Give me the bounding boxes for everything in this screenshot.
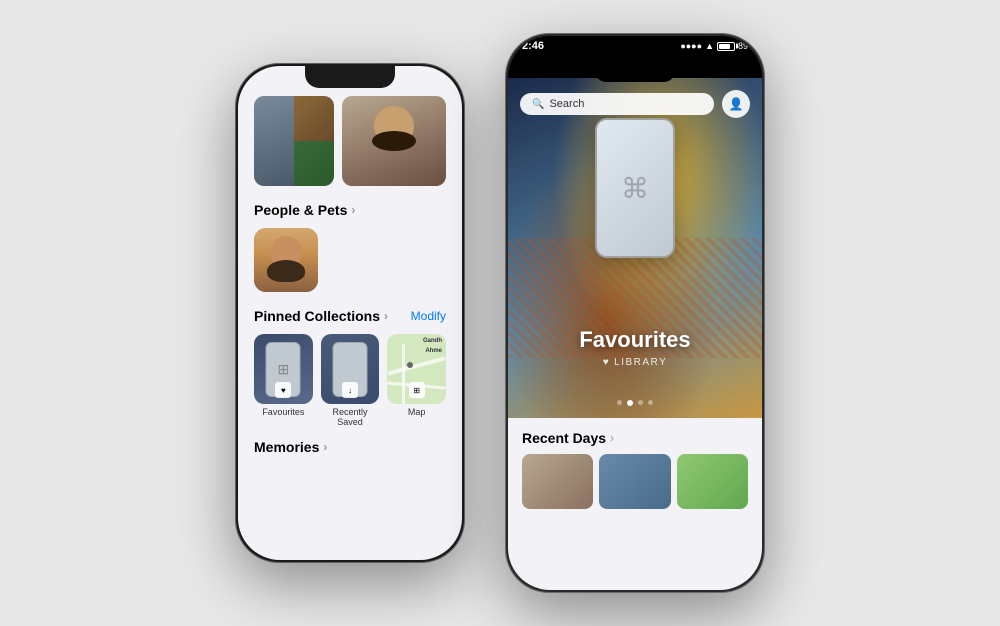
search-icon: 🔍 <box>532 99 544 110</box>
people-pets-label: People & Pets <box>254 202 347 218</box>
profile-icon: 👤 <box>729 97 744 111</box>
hero-subtitle: ♥ LIBRARY <box>508 357 762 368</box>
held-phone-illustration: ⌘ <box>595 118 675 258</box>
phone1-notch <box>305 66 395 88</box>
pinned-collections-header: Pinned Collections › Modify <box>254 308 446 324</box>
wifi-icon: ▲ <box>705 41 714 51</box>
heart-icon: ♥ <box>603 357 610 368</box>
search-bar-area: 🔍 Search 👤 <box>520 90 750 118</box>
people-pets-title[interactable]: People & Pets › <box>254 202 355 218</box>
search-label: Search <box>549 98 584 110</box>
pinned-collections-title[interactable]: Pinned Collections › <box>254 308 388 324</box>
pinned-map[interactable]: Gandh Ahme ⊞ Map <box>387 334 446 427</box>
status-time: 2:46 <box>522 40 544 52</box>
status-bar: 2:46 ●●●● ▲ 89 <box>508 36 762 52</box>
battery-label: 89 <box>738 41 748 51</box>
recently-saved-label: Recently Saved <box>321 407 380 427</box>
status-icons: ●●●● ▲ 89 <box>680 41 748 51</box>
pinned-collections-grid: ⊞ ♥ Favourites ↓ Recently Saved <box>254 334 446 427</box>
memories-chevron: › <box>323 440 327 454</box>
dot-1 <box>617 400 622 405</box>
favourites-label: Favourites <box>254 407 313 417</box>
map-label: Map <box>387 407 446 417</box>
hero-section: ⌘ 🔍 Search 👤 Favourites ♥ LIBRARY <box>508 78 762 418</box>
dot-3 <box>638 400 643 405</box>
signal-icon: ●●●● <box>680 41 702 51</box>
recent-days-chevron: › <box>610 431 614 445</box>
recent-thumbs-row <box>522 454 748 509</box>
apple-logo-icon: ⌘ <box>621 172 649 205</box>
dynamic-island <box>595 60 675 82</box>
memories-title[interactable]: Memories › <box>254 439 446 455</box>
memory-cards-row <box>254 96 446 186</box>
memories-label: Memories <box>254 439 319 455</box>
profile-button[interactable]: 👤 <box>722 90 750 118</box>
phone-1: People & Pets › Pinned Collections › Mod… <box>235 63 465 563</box>
thumb-2[interactable] <box>599 454 670 509</box>
dot-4 <box>648 400 653 405</box>
memory-card-2[interactable] <box>342 96 446 186</box>
carousel-dots <box>508 400 762 406</box>
recent-days-title[interactable]: Recent Days <box>522 430 606 446</box>
hero-text: Favourites ♥ LIBRARY <box>508 327 762 368</box>
search-pill[interactable]: 🔍 Search <box>520 93 714 115</box>
hero-subtitle-text: LIBRARY <box>614 357 667 368</box>
recent-days-header: Recent Days › <box>522 430 748 446</box>
people-pets-chevron: › <box>351 203 355 217</box>
memory-card-1[interactable] <box>254 96 334 186</box>
pinned-favourites[interactable]: ⊞ ♥ Favourites <box>254 334 313 427</box>
person-avatar[interactable] <box>254 228 318 292</box>
people-pets-header: People & Pets › <box>254 202 446 218</box>
pinned-collections-label: Pinned Collections <box>254 308 380 324</box>
phone2-bottom-section: Recent Days › <box>508 418 762 590</box>
memories-section: Memories › <box>254 439 446 455</box>
phone-2: 2:46 ●●●● ▲ 89 ⌘ <box>505 33 765 593</box>
dot-2 <box>627 400 633 406</box>
thumb-3[interactable] <box>677 454 748 509</box>
pinned-chevron: › <box>384 309 388 323</box>
thumb-1[interactable] <box>522 454 593 509</box>
pinned-recently-saved[interactable]: ↓ Recently Saved <box>321 334 380 427</box>
modify-button[interactable]: Modify <box>411 309 446 323</box>
battery-icon <box>717 42 735 51</box>
hero-title: Favourites <box>508 327 762 353</box>
